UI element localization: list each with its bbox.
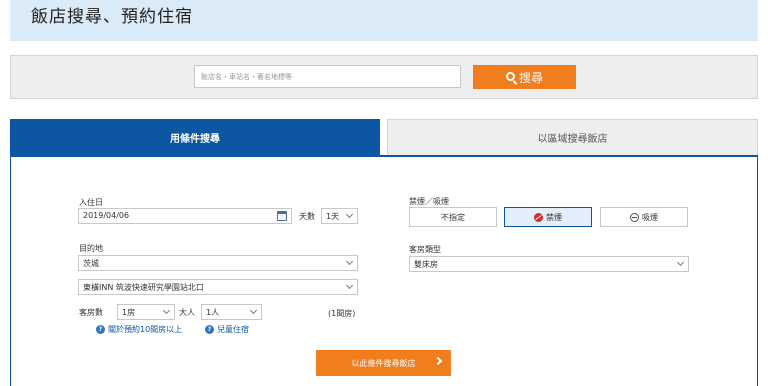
calendar-icon[interactable]: [277, 211, 287, 221]
tab-search-by-area[interactable]: 以區域搜尋飯店: [387, 119, 758, 155]
chevron-down-icon: [345, 257, 354, 266]
adults-value: 1人: [206, 308, 220, 317]
help-icon: ?: [96, 325, 105, 334]
no-smoking-icon: [534, 212, 543, 222]
roomtype-select[interactable]: 雙床房: [409, 256, 689, 272]
page-header: 飯店搜尋、預約住宿: [10, 0, 758, 41]
smoking-option-smoking[interactable]: 吸煙: [600, 207, 688, 227]
nights-value: 1天: [326, 212, 340, 221]
chevron-right-icon: [433, 356, 443, 366]
nights-label: 天數: [299, 212, 315, 221]
prefecture-select[interactable]: 茨城: [78, 255, 358, 271]
smoking-icon: [630, 212, 639, 222]
chevron-down-icon: [162, 306, 171, 315]
search-button[interactable]: 搜尋: [473, 65, 576, 89]
tab-search-by-conditions[interactable]: 用條件搜尋: [10, 119, 380, 155]
search-with-conditions-button[interactable]: 以此條件搜尋飯店: [316, 350, 451, 376]
smoking-option-any-label: 不指定: [441, 212, 465, 222]
rooms-value: 1房: [122, 308, 136, 317]
submit-label: 以此條件搜尋飯店: [351, 358, 416, 368]
page-title: 飯店搜尋、預約住宿: [31, 7, 193, 27]
smoking-option-any[interactable]: 不指定: [409, 207, 497, 227]
roomtype-value: 雙床房: [414, 260, 438, 269]
chevron-down-icon: [676, 258, 685, 267]
child-stay-label: 兒童住宿: [217, 325, 249, 334]
help-icon: ?: [205, 325, 214, 334]
hotel-value: 東橫INN 筑波快速研究學園站北口: [83, 283, 204, 292]
checkin-date-field[interactable]: 2019/04/06: [78, 208, 292, 224]
checkin-label: 入住日: [79, 198, 103, 207]
chevron-down-icon: [345, 281, 354, 290]
destination-label: 目的地: [79, 244, 103, 253]
smoking-label: 禁煙／吸煙: [409, 197, 449, 206]
chevron-down-icon: [345, 210, 354, 219]
adults-label: 大人: [179, 308, 195, 317]
child-stay-link[interactable]: ? 兒童住宿: [205, 324, 249, 335]
nights-select[interactable]: 1天: [321, 208, 358, 224]
rooms-summary: (1間房): [328, 309, 356, 318]
large-group-booking-link[interactable]: ? 關於預約10間房以上: [96, 324, 182, 335]
roomtype-label: 客房類型: [409, 245, 441, 254]
search-button-label: 搜尋: [518, 70, 543, 85]
chevron-down-icon: [249, 306, 258, 315]
smoking-option-non-smoking-label: 禁煙: [546, 212, 562, 222]
search-icon: [505, 71, 515, 81]
rooms-label: 客房數: [79, 308, 103, 317]
checkin-date-value: 2019/04/06: [83, 211, 130, 220]
adults-select[interactable]: 1人: [201, 304, 262, 320]
smoking-option-smoking-label: 吸煙: [642, 212, 658, 222]
rooms-select[interactable]: 1房: [117, 304, 175, 320]
keyword-search-bar: 搜尋: [10, 55, 758, 99]
search-input[interactable]: [194, 65, 461, 88]
large-group-booking-label: 關於預約10間房以上: [108, 325, 183, 334]
hotel-select[interactable]: 東橫INN 筑波快速研究學園站北口: [78, 279, 358, 295]
smoking-option-non-smoking[interactable]: 禁煙: [504, 207, 592, 227]
prefecture-value: 茨城: [83, 259, 99, 268]
